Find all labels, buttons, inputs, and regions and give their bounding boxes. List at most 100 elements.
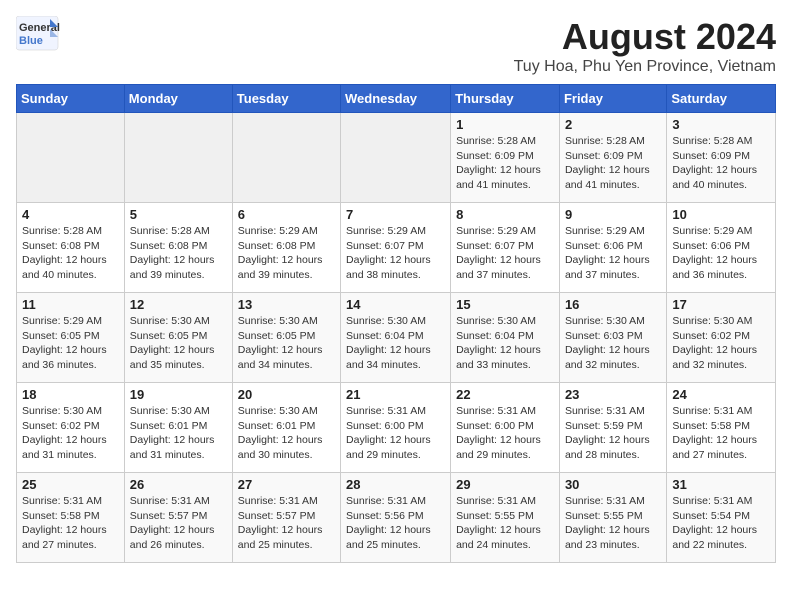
table-cell: 20 Sunrise: 5:30 AMSunset: 6:01 PMDayligh… <box>232 383 340 473</box>
day-number: 27 <box>238 477 335 492</box>
table-cell: 26 Sunrise: 5:31 AMSunset: 5:57 PMDayligh… <box>124 473 232 563</box>
table-cell: 27 Sunrise: 5:31 AMSunset: 5:57 PMDayligh… <box>232 473 340 563</box>
day-number: 25 <box>22 477 119 492</box>
calendar-week-5: 25 Sunrise: 5:31 AMSunset: 5:58 PMDayligh… <box>17 473 776 563</box>
table-cell: 24Sunrise: 5:31 AMSunset: 5:58 PMDayligh… <box>667 383 776 473</box>
calendar-subtitle: Tuy Hoa, Phu Yen Province, Vietnam <box>514 58 776 76</box>
day-number: 9 <box>565 207 661 222</box>
table-cell: 29Sunrise: 5:31 AMSunset: 5:55 PMDayligh… <box>451 473 560 563</box>
logo: General Blue <box>16 16 60 52</box>
day-number: 28 <box>346 477 445 492</box>
day-number: 20 <box>238 387 335 402</box>
day-detail: Sunrise: 5:28 AMSunset: 6:08 PMDaylight:… <box>130 224 227 283</box>
table-cell: 7 Sunrise: 5:29 AMSunset: 6:07 PMDaylight… <box>341 203 451 293</box>
header-monday: Monday <box>124 85 232 113</box>
day-detail: Sunrise: 5:29 AMSunset: 6:07 PMDaylight:… <box>346 224 445 283</box>
table-cell: 23Sunrise: 5:31 AMSunset: 5:59 PMDayligh… <box>559 383 666 473</box>
table-cell: 25 Sunrise: 5:31 AMSunset: 5:58 PMDayligh… <box>17 473 125 563</box>
table-cell: 16Sunrise: 5:30 AMSunset: 6:03 PMDayligh… <box>559 293 666 383</box>
day-number: 8 <box>456 207 554 222</box>
table-cell: 14 Sunrise: 5:30 AMSunset: 6:04 PMDayligh… <box>341 293 451 383</box>
day-number: 15 <box>456 297 554 312</box>
table-cell <box>17 113 125 203</box>
calendar-week-1: 1 Sunrise: 5:28 AMSunset: 6:09 PMDaylight… <box>17 113 776 203</box>
header-sunday: Sunday <box>17 85 125 113</box>
table-cell: 9 Sunrise: 5:29 AMSunset: 6:06 PMDaylight… <box>559 203 666 293</box>
calendar-title: August 2024 <box>514 16 776 58</box>
day-number: 26 <box>130 477 227 492</box>
table-cell: 10 Sunrise: 5:29 AMSunset: 6:06 PMDayligh… <box>667 203 776 293</box>
table-cell: 22 Sunrise: 5:31 AMSunset: 6:00 PMDayligh… <box>451 383 560 473</box>
table-cell: 31Sunrise: 5:31 AMSunset: 5:54 PMDayligh… <box>667 473 776 563</box>
table-cell: 8 Sunrise: 5:29 AMSunset: 6:07 PMDaylight… <box>451 203 560 293</box>
day-detail: Sunrise: 5:29 AMSunset: 6:08 PMDaylight:… <box>238 224 335 283</box>
day-number: 18 <box>22 387 119 402</box>
table-cell: 13 Sunrise: 5:30 AMSunset: 6:05 PMDayligh… <box>232 293 340 383</box>
table-cell: 19 Sunrise: 5:30 AMSunset: 6:01 PMDayligh… <box>124 383 232 473</box>
day-detail: Sunrise: 5:30 AMSunset: 6:04 PMDaylight:… <box>346 314 445 373</box>
day-number: 22 <box>456 387 554 402</box>
table-cell: 2Sunrise: 5:28 AMSunset: 6:09 PMDaylight… <box>559 113 666 203</box>
table-cell: 1 Sunrise: 5:28 AMSunset: 6:09 PMDaylight… <box>451 113 560 203</box>
day-detail: Sunrise: 5:30 AMSunset: 6:05 PMDaylight:… <box>130 314 227 373</box>
day-number: 12 <box>130 297 227 312</box>
day-detail: Sunrise: 5:28 AMSunset: 6:09 PMDaylight:… <box>456 134 554 193</box>
header-thursday: Thursday <box>451 85 560 113</box>
day-detail: Sunrise: 5:29 AMSunset: 6:06 PMDaylight:… <box>565 224 661 283</box>
day-detail: Sunrise: 5:31 AMSunset: 5:57 PMDaylight:… <box>130 494 227 553</box>
day-detail: Sunrise: 5:30 AMSunset: 6:01 PMDaylight:… <box>238 404 335 463</box>
calendar-week-2: 4Sunrise: 5:28 AMSunset: 6:08 PMDaylight… <box>17 203 776 293</box>
table-cell: 18 Sunrise: 5:30 AMSunset: 6:02 PMDayligh… <box>17 383 125 473</box>
day-number: 30 <box>565 477 661 492</box>
day-number: 7 <box>346 207 445 222</box>
day-number: 10 <box>672 207 770 222</box>
day-number: 6 <box>238 207 335 222</box>
table-cell: 28 Sunrise: 5:31 AMSunset: 5:56 PMDayligh… <box>341 473 451 563</box>
day-number: 14 <box>346 297 445 312</box>
day-detail: Sunrise: 5:30 AMSunset: 6:05 PMDaylight:… <box>238 314 335 373</box>
day-detail: Sunrise: 5:28 AMSunset: 6:09 PMDaylight:… <box>565 134 661 193</box>
table-cell: 11 Sunrise: 5:29 AMSunset: 6:05 PMDayligh… <box>17 293 125 383</box>
header-saturday: Saturday <box>667 85 776 113</box>
day-detail: Sunrise: 5:31 AMSunset: 6:00 PMDaylight:… <box>346 404 445 463</box>
table-cell: 6 Sunrise: 5:29 AMSunset: 6:08 PMDaylight… <box>232 203 340 293</box>
table-cell: 12 Sunrise: 5:30 AMSunset: 6:05 PMDayligh… <box>124 293 232 383</box>
day-number: 24 <box>672 387 770 402</box>
table-cell: 17 Sunrise: 5:30 AMSunset: 6:02 PMDayligh… <box>667 293 776 383</box>
day-number: 11 <box>22 297 119 312</box>
day-detail: Sunrise: 5:31 AMSunset: 5:56 PMDaylight:… <box>346 494 445 553</box>
day-detail: Sunrise: 5:31 AMSunset: 5:54 PMDaylight:… <box>672 494 770 553</box>
table-cell: 5Sunrise: 5:28 AMSunset: 6:08 PMDaylight… <box>124 203 232 293</box>
calendar-table: Sunday Monday Tuesday Wednesday Thursday… <box>16 84 776 563</box>
day-detail: Sunrise: 5:30 AMSunset: 6:03 PMDaylight:… <box>565 314 661 373</box>
day-detail: Sunrise: 5:31 AMSunset: 5:58 PMDaylight:… <box>22 494 119 553</box>
day-detail: Sunrise: 5:31 AMSunset: 5:57 PMDaylight:… <box>238 494 335 553</box>
day-number: 23 <box>565 387 661 402</box>
day-number: 19 <box>130 387 227 402</box>
day-detail: Sunrise: 5:31 AMSunset: 6:00 PMDaylight:… <box>456 404 554 463</box>
day-number: 1 <box>456 117 554 132</box>
table-cell: 3Sunrise: 5:28 AMSunset: 6:09 PMDaylight… <box>667 113 776 203</box>
title-area: August 2024 Tuy Hoa, Phu Yen Province, V… <box>514 16 776 76</box>
day-detail: Sunrise: 5:30 AMSunset: 6:01 PMDaylight:… <box>130 404 227 463</box>
calendar-header-row: Sunday Monday Tuesday Wednesday Thursday… <box>17 85 776 113</box>
day-detail: Sunrise: 5:30 AMSunset: 6:02 PMDaylight:… <box>22 404 119 463</box>
day-number: 13 <box>238 297 335 312</box>
day-detail: Sunrise: 5:31 AMSunset: 5:55 PMDaylight:… <box>456 494 554 553</box>
table-cell: 15 Sunrise: 5:30 AMSunset: 6:04 PMDayligh… <box>451 293 560 383</box>
day-detail: Sunrise: 5:28 AMSunset: 6:08 PMDaylight:… <box>22 224 119 283</box>
table-cell <box>124 113 232 203</box>
logo-svg: General Blue <box>16 16 60 52</box>
table-cell: 21 Sunrise: 5:31 AMSunset: 6:00 PMDayligh… <box>341 383 451 473</box>
day-detail: Sunrise: 5:29 AMSunset: 6:05 PMDaylight:… <box>22 314 119 373</box>
day-number: 21 <box>346 387 445 402</box>
day-detail: Sunrise: 5:28 AMSunset: 6:09 PMDaylight:… <box>672 134 770 193</box>
table-cell: 4Sunrise: 5:28 AMSunset: 6:08 PMDaylight… <box>17 203 125 293</box>
day-detail: Sunrise: 5:29 AMSunset: 6:06 PMDaylight:… <box>672 224 770 283</box>
calendar-week-3: 11 Sunrise: 5:29 AMSunset: 6:05 PMDayligh… <box>17 293 776 383</box>
day-detail: Sunrise: 5:30 AMSunset: 6:02 PMDaylight:… <box>672 314 770 373</box>
header-tuesday: Tuesday <box>232 85 340 113</box>
day-detail: Sunrise: 5:30 AMSunset: 6:04 PMDaylight:… <box>456 314 554 373</box>
day-number: 17 <box>672 297 770 312</box>
day-detail: Sunrise: 5:29 AMSunset: 6:07 PMDaylight:… <box>456 224 554 283</box>
